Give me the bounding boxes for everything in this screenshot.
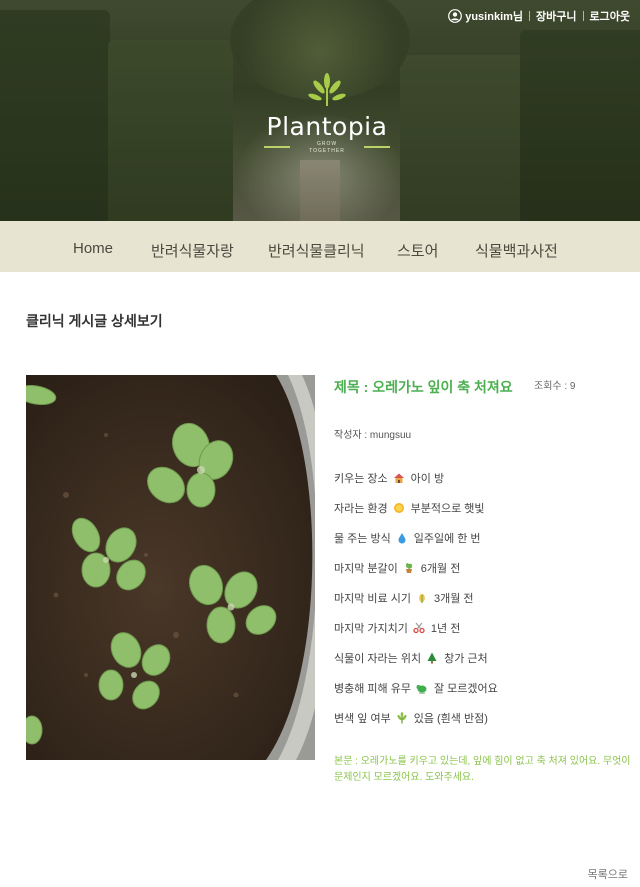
site-logo[interactable]: Plantopia GROW TOGETHER (264, 72, 390, 161)
detail-row: 식물이 자라는 위치 창가 근처 (334, 650, 488, 666)
logo-wordmark: Plantopia (266, 112, 388, 141)
detail-key: 마지막 분갈이 (334, 563, 398, 575)
cart-link[interactable]: 장바구니 (536, 8, 576, 24)
detail-value: 일주일에 한 번 (413, 533, 481, 545)
detail-value: 잘 모르겠어요 (433, 683, 498, 695)
page-title: 클리닉 게시글 상세보기 (26, 313, 163, 329)
detail-key: 병충해 피해 유무 (334, 683, 411, 695)
nav-plant-showoff[interactable]: 반려식물자랑 (151, 240, 234, 261)
droplet-icon (398, 533, 406, 544)
nav-store[interactable]: 스토어 (397, 240, 438, 261)
detail-value: 6개월 전 (420, 563, 461, 575)
detail-row: 물 주는 방식 일주일에 한 번 (334, 530, 481, 546)
logout-link[interactable]: 로그아웃 (590, 8, 630, 24)
detail-value: 있음 (흰색 반점) (413, 713, 488, 725)
detail-key: 마지막 가지치기 (334, 623, 408, 635)
post-title: 제목 : 오레가노 잎이 축 처져요 (334, 379, 513, 395)
detail-row: 변색 잎 여부 있음 (흰색 반점) (334, 710, 488, 726)
post-body: 본문 : 오레가노를 키우고 있는데, 잎에 힘이 없고 축 처져 있어요. 무… (334, 756, 631, 783)
detail-value: 부분적으로 햇빛 (410, 503, 485, 515)
fertilizer-icon (419, 594, 425, 603)
detail-key: 변색 잎 여부 (334, 713, 391, 725)
oregano-photo (26, 375, 315, 760)
detail-value: 창가 근처 (444, 653, 488, 665)
username[interactable]: yusinkim님 (465, 8, 523, 24)
detail-row: 마지막 비료 시기 3개월 전 (334, 590, 474, 606)
bug-icon (416, 685, 427, 694)
view-count: 조회수 : 9 (534, 381, 576, 392)
nav-encyclopedia[interactable]: 식물백과사전 (475, 240, 558, 261)
main-nav: Home 반려식물자랑 반려식물클리닉 스토어 식물백과사전 (0, 221, 640, 272)
post-image (26, 375, 315, 760)
detail-value: 3개월 전 (433, 593, 474, 605)
sun-icon (393, 503, 404, 513)
post-author: 작성자 : mungsuu (334, 430, 412, 441)
detail-key: 자라는 환경 (334, 503, 388, 515)
detail-key: 물 주는 방식 (334, 533, 391, 545)
detail-value: 1년 전 (430, 623, 461, 635)
detail-row: 자라는 환경 부분적으로 햇빛 (334, 500, 485, 516)
detail-row: 병충해 피해 유무 잘 모르겠어요 (334, 680, 498, 696)
hero-banner: yusinkim님 장바구니 로그아웃 Plantopia GROW TOGET… (0, 0, 640, 221)
detail-row: 마지막 분갈이 6개월 전 (334, 560, 460, 576)
logo-tagline: GROW TOGETHER (309, 141, 345, 154)
detail-key: 마지막 비료 시기 (334, 593, 411, 605)
leaf-logo-icon (308, 73, 346, 106)
detail-row: 마지막 가지치기 1년 전 (334, 620, 460, 636)
tree-icon (427, 652, 437, 664)
detail-key: 키우는 장소 (334, 473, 388, 485)
detail-value: 아이 방 (410, 473, 445, 485)
detail-row: 키우는 장소 아이 방 (334, 470, 444, 486)
herb-icon (397, 712, 407, 724)
user-menu: yusinkim님 장바구니 로그아웃 (448, 8, 630, 24)
detail-key: 식물이 자라는 위치 (334, 653, 422, 665)
user-icon (448, 9, 463, 23)
scissors-icon (413, 622, 425, 634)
house-icon (393, 473, 404, 483)
nav-plant-clinic[interactable]: 반려식물클리닉 (268, 240, 365, 261)
potted-plant-icon (405, 563, 412, 573)
back-to-list-link[interactable]: 목록으로 (588, 866, 628, 882)
nav-home[interactable]: Home (73, 240, 113, 257)
